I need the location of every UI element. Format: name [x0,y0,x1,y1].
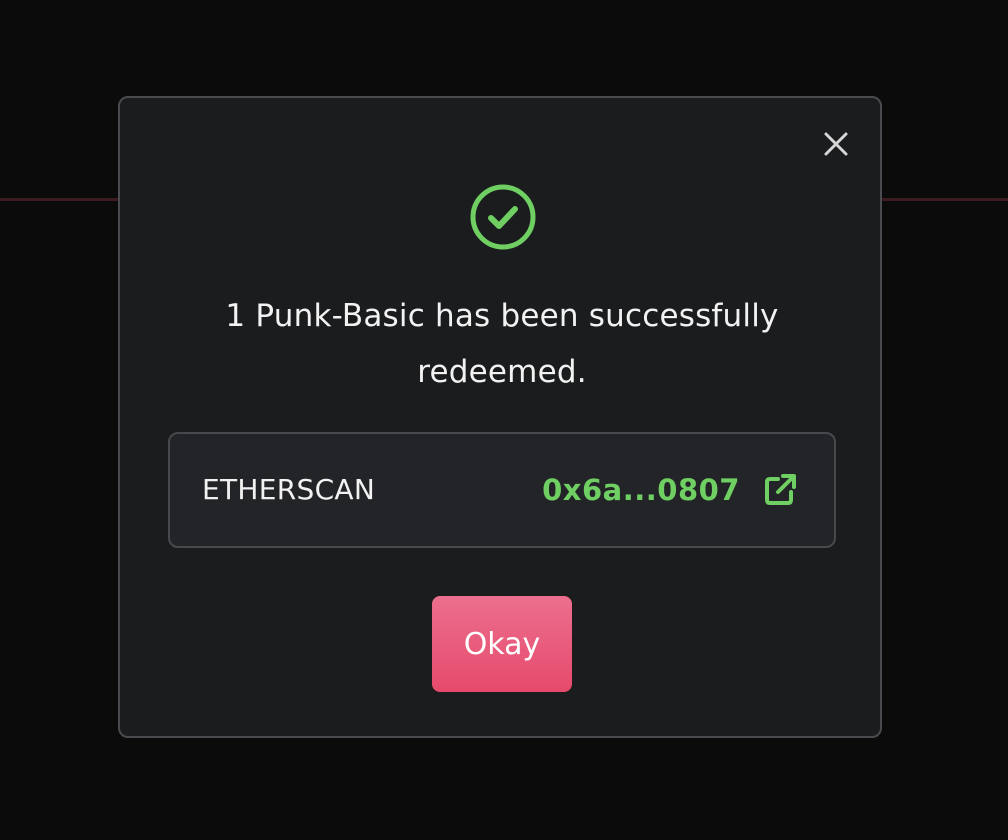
etherscan-row: ETHERSCAN 0x6a...0807 [168,432,836,548]
success-message: 1 Punk-Basic has been successfully redee… [225,298,779,390]
external-link-icon[interactable] [762,472,798,508]
close-button[interactable] [818,126,854,162]
app-background: 1 Punk-Basic has been successfully redee… [0,0,1008,840]
transaction-link[interactable]: 0x6a...0807 [542,434,798,546]
okay-button[interactable]: Okay [432,596,572,692]
success-modal: 1 Punk-Basic has been successfully redee… [118,96,882,738]
etherscan-label: ETHERSCAN [202,473,376,506]
transaction-hash[interactable]: 0x6a...0807 [542,473,740,507]
close-icon[interactable] [818,126,854,162]
check-circle-icon [468,182,538,252]
